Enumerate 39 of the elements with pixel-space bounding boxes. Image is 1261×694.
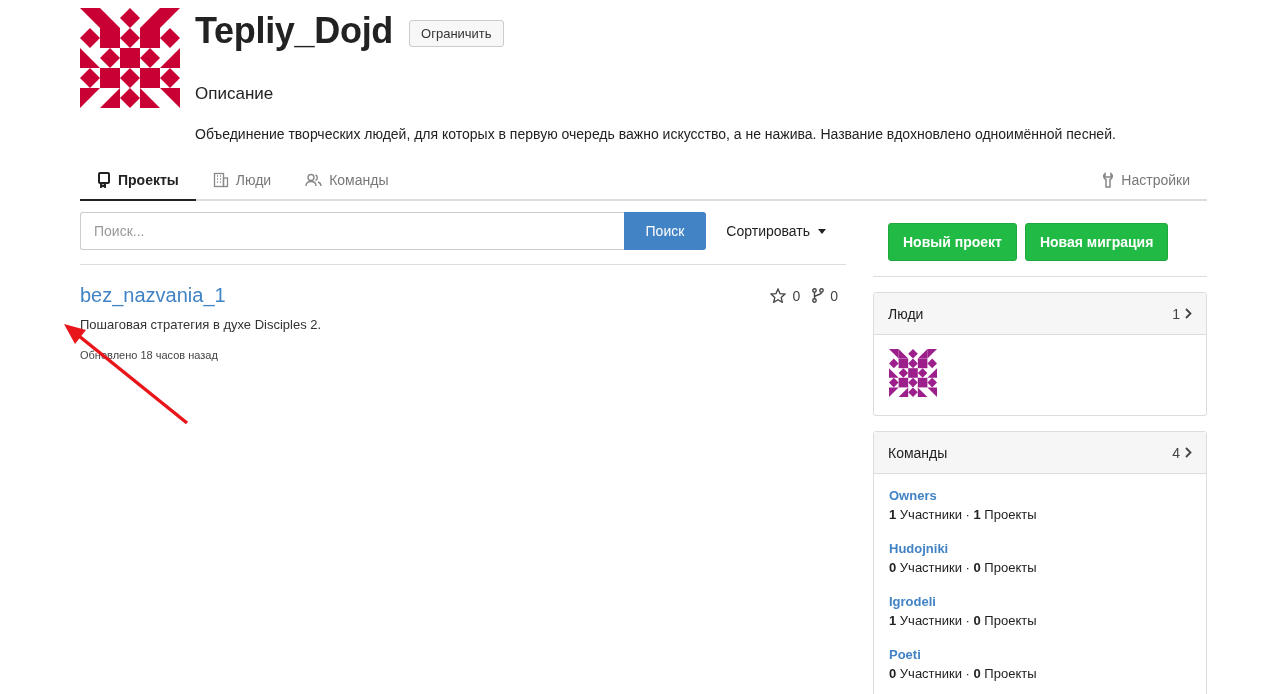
- book-icon: [97, 172, 111, 188]
- search-button[interactable]: Поиск: [623, 212, 707, 250]
- team-link[interactable]: Owners: [889, 488, 1191, 503]
- project-link[interactable]: bez_nazvania_1: [80, 284, 226, 307]
- panel-title: Команды: [888, 444, 948, 461]
- description-heading: Описание: [195, 84, 275, 104]
- wrench-icon: [1102, 172, 1115, 188]
- panel-title: Люди: [888, 305, 924, 322]
- team-link[interactable]: Hudojniki: [889, 541, 1191, 556]
- sort-dropdown[interactable]: Сортировать: [726, 223, 846, 239]
- star-icon: [770, 288, 787, 303]
- panel-count-link[interactable]: 1: [1172, 305, 1192, 322]
- people-icon: [305, 173, 323, 187]
- chevron-icon: [1185, 447, 1192, 458]
- member-avatar-drawing: [889, 349, 937, 397]
- team-stats: 0 Участники · 0 Проекты: [889, 560, 1038, 575]
- team-link[interactable]: Poeti: [889, 647, 1191, 662]
- team-link[interactable]: Igrodeli: [889, 594, 1191, 609]
- tab[interactable]: Команды: [288, 162, 406, 201]
- panel-count-link[interactable]: 4: [1172, 444, 1192, 461]
- project-description: Пошаговая стратегия в духе Disciples 2.: [80, 317, 323, 332]
- fork-count: 0: [830, 287, 838, 304]
- tab[interactable]: Проекты: [80, 162, 196, 201]
- star-count: 0: [792, 287, 801, 304]
- team-stats: 0 Участники · 0 Проекты: [889, 666, 1038, 681]
- new-button[interactable]: Новая миграция: [1024, 223, 1169, 261]
- organization-name: Tepliy_Dojd: [195, 10, 394, 52]
- search-field[interactable]: Поиск...: [80, 212, 624, 250]
- new-button[interactable]: Новый проект: [888, 223, 1017, 261]
- team-stats: 1 Участники · 0 Проекты: [889, 613, 1038, 628]
- building-icon: [212, 172, 229, 188]
- restrict-button[interactable]: Ограничить: [409, 19, 504, 47]
- chevron-icon: [1185, 308, 1192, 319]
- caret-icon: [818, 228, 826, 234]
- organization-description: Объединение творческих людей, для которых в первую очередь важно искусство, а не нажива. Название вдохновлено одноимённой песней.: [195, 126, 1117, 142]
- team-stats: 1 Участники · 1 Проекты: [889, 507, 1038, 522]
- tab[interactable]: Люди: [195, 162, 289, 201]
- fork-icon: [812, 288, 825, 303]
- settings-link[interactable]: Настройки: [1085, 162, 1207, 201]
